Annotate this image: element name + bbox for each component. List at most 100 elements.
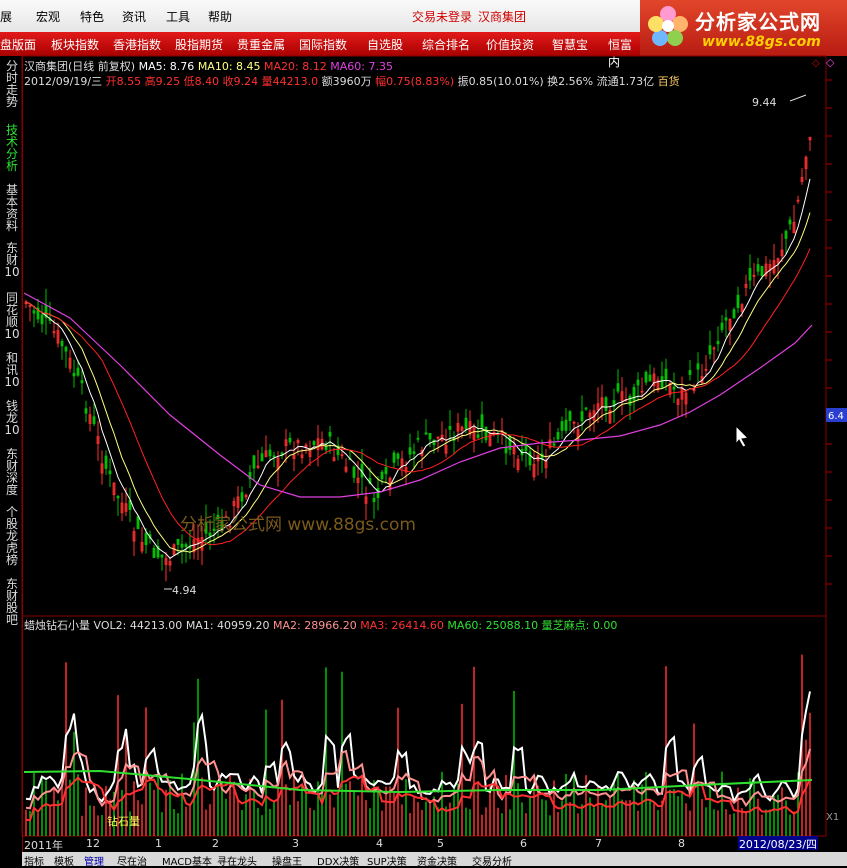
candle-body bbox=[252, 455, 256, 469]
candle-body bbox=[636, 379, 640, 386]
time-axis-month: 3 bbox=[292, 837, 299, 850]
candle-body bbox=[32, 310, 36, 314]
amplitude: 振0.85(10.01%) bbox=[457, 75, 544, 88]
candle-body bbox=[180, 543, 184, 548]
time-axis-month: 4 bbox=[376, 837, 383, 850]
candle-body bbox=[720, 322, 724, 330]
time-axis-month: 12 bbox=[86, 837, 100, 850]
time-axis-month: 5 bbox=[437, 837, 444, 850]
candle-body bbox=[664, 368, 668, 380]
volume-indicator-name: 蜡烛钻石小量 bbox=[24, 619, 90, 632]
candle-body bbox=[476, 434, 480, 438]
candle-body bbox=[432, 439, 436, 446]
candle-body bbox=[724, 317, 728, 321]
turnover: 换2.56% bbox=[547, 75, 594, 88]
candle-body bbox=[464, 417, 468, 430]
time-axis-month: 7 bbox=[595, 837, 602, 850]
stock-title: 汉商集团(日线 前复权) bbox=[24, 60, 136, 73]
candle-body bbox=[648, 374, 652, 382]
candle-body bbox=[708, 345, 712, 355]
time-axis-month: 2 bbox=[212, 837, 219, 850]
candle-body bbox=[396, 453, 400, 459]
diamond-marker-icon: ◇ bbox=[826, 56, 835, 69]
candle-body bbox=[568, 411, 572, 421]
candle-body bbox=[504, 447, 508, 454]
amount-value: 额3960万 bbox=[321, 75, 372, 88]
current-price-value: 6.4 bbox=[828, 411, 844, 422]
candle-body bbox=[288, 437, 292, 443]
vol-ma3-value: MA3: 26414.60 bbox=[360, 619, 444, 632]
candle-body bbox=[412, 451, 416, 454]
candle-body bbox=[64, 346, 68, 352]
volume-scale-label: X1 bbox=[826, 812, 840, 823]
candle-body bbox=[184, 544, 188, 548]
candle-body bbox=[372, 497, 376, 503]
candle-body bbox=[672, 386, 676, 390]
candle-body bbox=[312, 441, 316, 446]
candle-body bbox=[328, 431, 332, 437]
candle-body bbox=[644, 371, 648, 383]
candlesticks bbox=[24, 136, 812, 582]
price-header-line1: 汉商集团(日线 前复权) MA5: 8.76 MA10: 8.45 MA20: … bbox=[24, 58, 393, 74]
candle-body bbox=[76, 367, 80, 376]
candle-body bbox=[272, 455, 276, 458]
candle-body bbox=[408, 447, 412, 455]
candle-body bbox=[480, 414, 484, 428]
candle-body bbox=[240, 492, 244, 502]
candle-body bbox=[144, 532, 148, 546]
ma-line bbox=[25, 248, 811, 546]
candle-body bbox=[584, 407, 588, 410]
ma10-value: MA10: 8.45 bbox=[197, 60, 261, 73]
high-price: 高9.25 bbox=[144, 75, 181, 88]
sesame-point-value: 量芝麻点: 0.00 bbox=[541, 619, 618, 632]
low-price-label: 4.94 bbox=[172, 584, 197, 597]
candle-body bbox=[352, 466, 356, 478]
candle-body bbox=[616, 383, 620, 392]
candle-body bbox=[380, 471, 384, 480]
candle-body bbox=[116, 495, 120, 499]
time-axis-month: 1 bbox=[155, 837, 162, 850]
ma5-value: MA5: 8.76 bbox=[138, 60, 195, 73]
price-header-line2: 2012/09/19/三 开8.55 高9.25 低8.40 收9.24 量44… bbox=[24, 73, 680, 89]
candle-body bbox=[160, 554, 164, 558]
ma60-value: MA60: 7.35 bbox=[330, 60, 393, 73]
watermark-text: 分析家公式网 www.88gs.com bbox=[180, 515, 416, 535]
cursor-date-box: 2012/08/23/四 bbox=[738, 836, 818, 851]
moving-average-lines bbox=[23, 178, 813, 559]
candle-body bbox=[416, 437, 420, 440]
volume-header: 蜡烛钻石小量 VOL2: 44213.00 MA1: 40959.20 MA2:… bbox=[24, 617, 617, 633]
candle-body bbox=[604, 397, 608, 411]
kline-chart[interactable]: 9.44 4.94 分析家公式网 www.88gs.com 6.4 钻石量 ◇ … bbox=[0, 0, 847, 866]
candle-body bbox=[560, 421, 564, 431]
candle-body bbox=[152, 547, 156, 558]
candle-body bbox=[92, 416, 96, 425]
candle-body bbox=[84, 408, 88, 414]
vol-ma1-value: MA1: 40959.20 bbox=[185, 619, 270, 632]
volume-bars bbox=[25, 654, 811, 836]
time-axis-month: 6 bbox=[520, 837, 527, 850]
candle-body bbox=[756, 264, 760, 272]
vol2-value: VOL2: 44213.00 bbox=[93, 619, 183, 632]
candle-body bbox=[384, 467, 388, 475]
candle-body bbox=[660, 376, 664, 388]
ma60-line bbox=[23, 292, 813, 498]
candle-body bbox=[760, 265, 764, 277]
bar-date: 2012/09/19/三 bbox=[24, 75, 103, 88]
high-marker-line bbox=[789, 94, 807, 102]
volume-value: 量44213.0 bbox=[261, 75, 319, 88]
candle-body bbox=[260, 453, 264, 462]
candle-body bbox=[580, 411, 584, 422]
candle-body bbox=[716, 340, 720, 345]
candle-body bbox=[556, 432, 560, 440]
time-axis-year: 2011年 bbox=[24, 839, 63, 852]
candle-body bbox=[784, 230, 788, 239]
indicator-tab-bar: 指标 模板 管理 尽在治 MACD基本 寻在龙头 操盘王 DDX决策 SUP决策… bbox=[22, 852, 847, 868]
candle-body bbox=[632, 387, 636, 401]
candle-body bbox=[104, 455, 108, 469]
price-axis-ticks bbox=[826, 79, 832, 585]
time-axis-month: 8 bbox=[678, 837, 685, 850]
volume-panel-frame bbox=[21, 615, 827, 837]
candle-body bbox=[136, 516, 140, 530]
candle-body bbox=[448, 426, 452, 430]
candle-body bbox=[748, 267, 752, 281]
